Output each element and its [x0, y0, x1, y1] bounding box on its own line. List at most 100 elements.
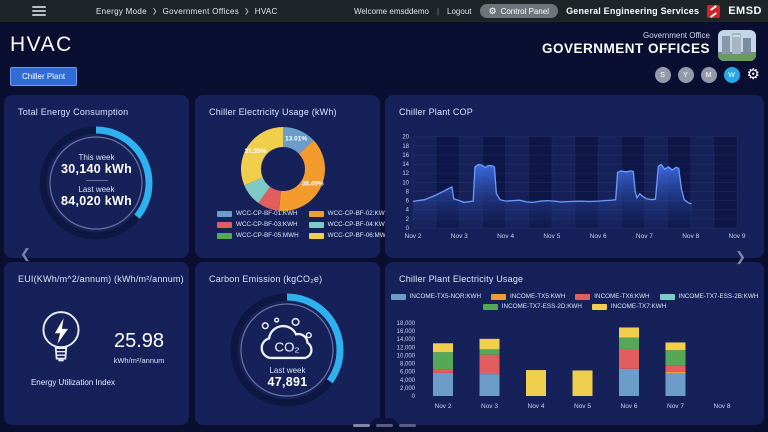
legend-item[interactable]: WCC-CP-BF-05:MWH	[217, 232, 299, 239]
svg-text:20: 20	[402, 135, 409, 141]
svg-text:Nov 5: Nov 5	[574, 403, 591, 410]
bar-segment	[433, 370, 453, 373]
eui-icon-label: Energy Utilization Index	[18, 378, 128, 387]
svg-text:Nov 3: Nov 3	[481, 403, 498, 410]
legend-item[interactable]: WCC-CP-BF-01:KWH	[217, 210, 299, 217]
svg-text:8: 8	[406, 189, 410, 195]
legend-label: WCC-CP-BF-03:KWH	[236, 221, 298, 228]
bar-segment	[619, 327, 639, 337]
bar-segment	[480, 374, 500, 396]
site-photo[interactable]	[718, 30, 756, 61]
svg-text:6: 6	[406, 199, 410, 205]
toggle-month[interactable]: M	[701, 67, 717, 83]
bar-segment	[666, 374, 686, 396]
bar-segment	[526, 370, 546, 396]
svg-text:14: 14	[402, 162, 409, 168]
legend-item[interactable]: WCC-CP-BF-03:KWH	[217, 221, 299, 228]
bar-segment	[433, 343, 453, 352]
divider: |	[437, 7, 439, 16]
bar-segment	[666, 342, 686, 350]
svg-text:2,000: 2,000	[400, 386, 416, 392]
eui-unit: kWh/m²/annum	[104, 356, 174, 365]
toggle-second[interactable]: S	[655, 67, 671, 83]
bar-segment	[480, 339, 500, 350]
svg-text:0: 0	[412, 394, 416, 400]
logout-link[interactable]: Logout	[447, 7, 471, 16]
card-total-energy: Total Energy Consumption This week 30,14…	[4, 95, 189, 258]
bar-segment	[480, 355, 500, 374]
carousel-dash[interactable]	[376, 424, 393, 427]
bar-segment	[433, 352, 453, 369]
chiller-plant-tab[interactable]: Chiller Plant	[10, 67, 77, 86]
svg-text:Nov 2: Nov 2	[435, 403, 452, 410]
svg-text:6,000: 6,000	[400, 370, 416, 376]
page-title: HVAC	[10, 33, 73, 57]
legend-item[interactable]: WCC-CP-BF-06:MWH	[309, 232, 391, 239]
legend-label: WCC-CP-BF-01:KWH	[236, 210, 298, 217]
breadcrumb-government-offices[interactable]: Government Offices	[163, 7, 239, 16]
carousel-dash[interactable]	[399, 424, 416, 427]
svg-text:Nov 7: Nov 7	[636, 233, 653, 240]
carousel-prev-icon[interactable]: ❮	[20, 246, 31, 262]
toggle-week-active[interactable]: W	[724, 67, 740, 83]
bar-segment	[573, 370, 593, 396]
card-chiller-plant-electricity: Chiller Plant Electricity Usage INCOME-T…	[385, 262, 764, 425]
svg-text:4: 4	[406, 208, 410, 214]
svg-text:4,000: 4,000	[400, 378, 416, 384]
gear-icon: ⚙	[489, 7, 497, 16]
svg-text:Nov 4: Nov 4	[528, 403, 545, 410]
legend-label: WCC-CP-BF-06:MWH	[328, 232, 391, 239]
svg-text:Nov 4: Nov 4	[497, 233, 514, 240]
period-toggle-group: S Y M W ⚙	[655, 67, 760, 83]
carousel-next-icon[interactable]: ❯	[735, 249, 746, 265]
svg-text:2: 2	[406, 217, 410, 223]
bar-segment	[480, 349, 500, 354]
card-title: EUI(KWh/m^2/annum) (kWh/m²/annum)	[18, 274, 184, 284]
legend-swatch	[309, 211, 324, 217]
toggle-year[interactable]: Y	[678, 67, 694, 83]
svg-text:Nov 7: Nov 7	[667, 403, 684, 410]
breadcrumb-hvac[interactable]: HVAC	[255, 7, 278, 16]
bar-segment	[666, 372, 686, 374]
chevron-right-icon: ❯	[244, 7, 250, 15]
svg-text:0: 0	[406, 226, 410, 232]
bar-segment	[433, 373, 453, 396]
legend-label: WCC-CP-BF-05:MWH	[236, 232, 299, 239]
legend-swatch	[217, 222, 232, 228]
hamburger-menu-icon[interactable]	[32, 6, 46, 19]
bar-segment	[619, 349, 639, 369]
bar-segment	[619, 338, 639, 349]
legend-item[interactable]: WCC-CP-BF-04:KWH	[309, 221, 391, 228]
pie-data-label: 38.49%	[302, 181, 324, 188]
bar-segment	[619, 369, 639, 396]
card-title: Carbon Emission (kgCO₂e)	[209, 274, 322, 284]
breadcrumb-energy-mode[interactable]: Energy Mode	[96, 7, 147, 16]
svg-text:10,000: 10,000	[397, 353, 416, 359]
eui-value: 25.98	[104, 330, 174, 353]
svg-text:Nov 9: Nov 9	[729, 233, 746, 240]
card-carbon-emission: Carbon Emission (kgCO₂e) CO₂ Last week 4…	[195, 262, 380, 425]
legend-item[interactable]: WCC-CP-BF-02:KWH	[309, 210, 391, 217]
pie-data-label: 13.01%	[285, 136, 307, 143]
chevron-right-icon: ❯	[152, 7, 158, 15]
legend-swatch	[217, 233, 232, 239]
svg-text:18: 18	[402, 144, 409, 150]
svg-text:Nov 8: Nov 8	[714, 403, 731, 410]
control-panel-button[interactable]: ⚙ Control Panel	[480, 4, 559, 18]
pie-legend: WCC-CP-BF-01:KWH WCC-CP-BF-02:KWH WCC-CP-B…	[217, 210, 390, 239]
emsd-wordmark: EMSD	[728, 5, 762, 17]
brand-text: General Engineering Services	[566, 6, 699, 16]
carousel-dash[interactable]	[353, 424, 370, 427]
svg-text:Nov 2: Nov 2	[405, 233, 422, 240]
svg-text:16: 16	[402, 153, 409, 159]
card-eui: EUI(KWh/m^2/annum) (kWh/m²/annum) 25.98 …	[4, 262, 189, 425]
settings-gear-icon[interactable]: ⚙	[747, 67, 760, 83]
pie-data-label: 31.35%	[244, 148, 266, 155]
svg-text:8,000: 8,000	[400, 362, 416, 368]
carbon-gauge	[225, 288, 349, 412]
energy-gauge	[34, 121, 158, 245]
site-name: GOVERNMENT OFFICES	[542, 41, 710, 56]
svg-text:Nov 5: Nov 5	[543, 233, 560, 240]
stacked-bar-chart: 02,0004,0006,0008,00010,00012,00014,0001…	[385, 262, 764, 425]
welcome-text: Welcome emsddemo	[354, 7, 429, 16]
